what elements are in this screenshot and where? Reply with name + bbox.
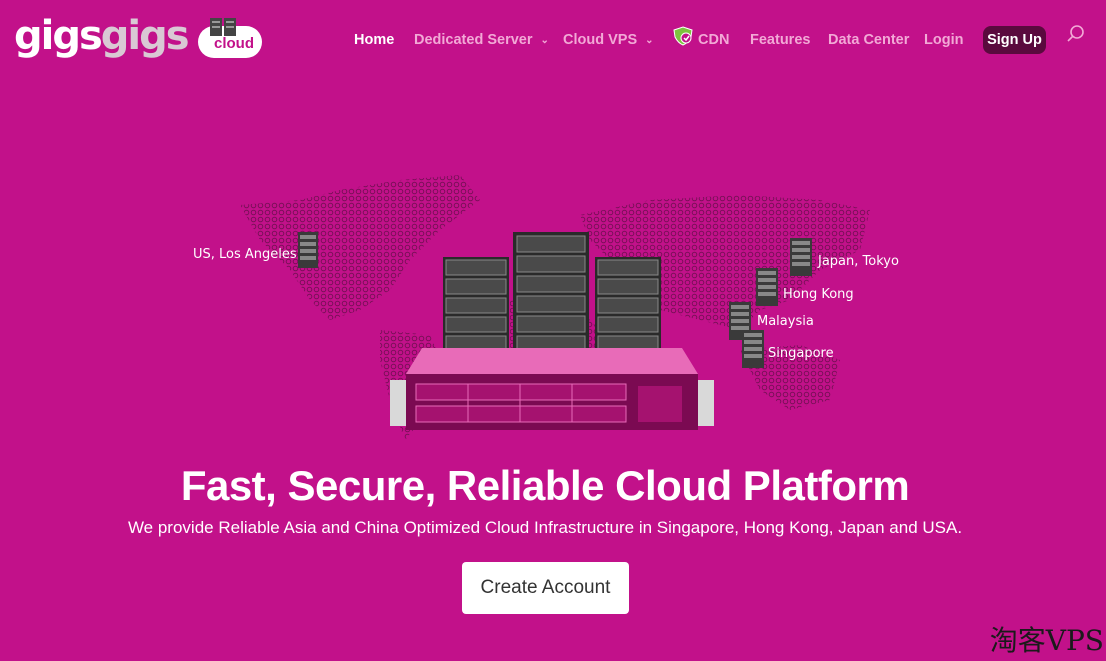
nav-features[interactable]: Features xyxy=(750,26,810,54)
nav-dedicated-label: Dedicated Server xyxy=(414,32,533,48)
hero-subtitle: We provide Reliable Asia and China Optim… xyxy=(127,518,963,537)
nav-dedicated-server[interactable]: Dedicated Server ⌄ xyxy=(414,26,549,54)
location-server-icon xyxy=(790,238,812,276)
nav-cloud-vps-label: Cloud VPS xyxy=(563,32,638,48)
location-server-icon xyxy=(756,268,778,306)
server-tower-right xyxy=(595,257,661,357)
signup-button[interactable]: Sign Up xyxy=(983,26,1046,54)
hero-title: Fast, Secure, Reliable Cloud Platform xyxy=(180,462,910,509)
location-label-tokyo: Japan, Tokyo xyxy=(818,254,899,269)
location-label-malaysia: Malaysia xyxy=(757,314,814,329)
chevron-down-icon: ⌄ xyxy=(645,35,654,46)
nav-home-label: Home xyxy=(354,32,395,48)
nav-features-label: Features xyxy=(750,32,811,48)
nav-data-center-label: Data Center xyxy=(828,32,910,48)
site-header: gigsgigs cloud Home Dedicated Server ⌄ Cl… xyxy=(0,0,1106,80)
world-map-illustration xyxy=(240,175,870,440)
location-label-singapore: Singapore xyxy=(768,346,834,361)
nav-home[interactable]: Home xyxy=(354,26,394,54)
nav-cdn[interactable]: CDN xyxy=(698,26,729,54)
search-icon[interactable] xyxy=(1066,24,1086,44)
nav-data-center[interactable]: Data Center xyxy=(828,26,909,54)
location-label-hongkong: Hong Kong xyxy=(783,287,854,302)
nav-cdn-label: CDN xyxy=(698,32,730,48)
shield-icon xyxy=(673,26,693,46)
main-nav: Home Dedicated Server ⌄ Cloud VPS ⌄ CDN Fe… xyxy=(0,26,1106,54)
nav-login-label: Login xyxy=(924,32,964,48)
nav-cloud-vps[interactable]: Cloud VPS ⌄ xyxy=(563,26,654,54)
location-server-icon xyxy=(742,330,764,368)
storage-chassis xyxy=(390,348,714,430)
create-account-button[interactable]: Create Account xyxy=(462,562,629,614)
location-label-la: US, Los Angeles xyxy=(193,247,297,262)
nav-login[interactable]: Login xyxy=(924,26,963,54)
server-tower-center xyxy=(513,232,589,358)
watermark-text: 淘客VPS xyxy=(989,624,1104,657)
server-tower-left xyxy=(443,257,509,357)
chevron-down-icon: ⌄ xyxy=(540,35,549,46)
location-server-icon xyxy=(298,232,318,268)
